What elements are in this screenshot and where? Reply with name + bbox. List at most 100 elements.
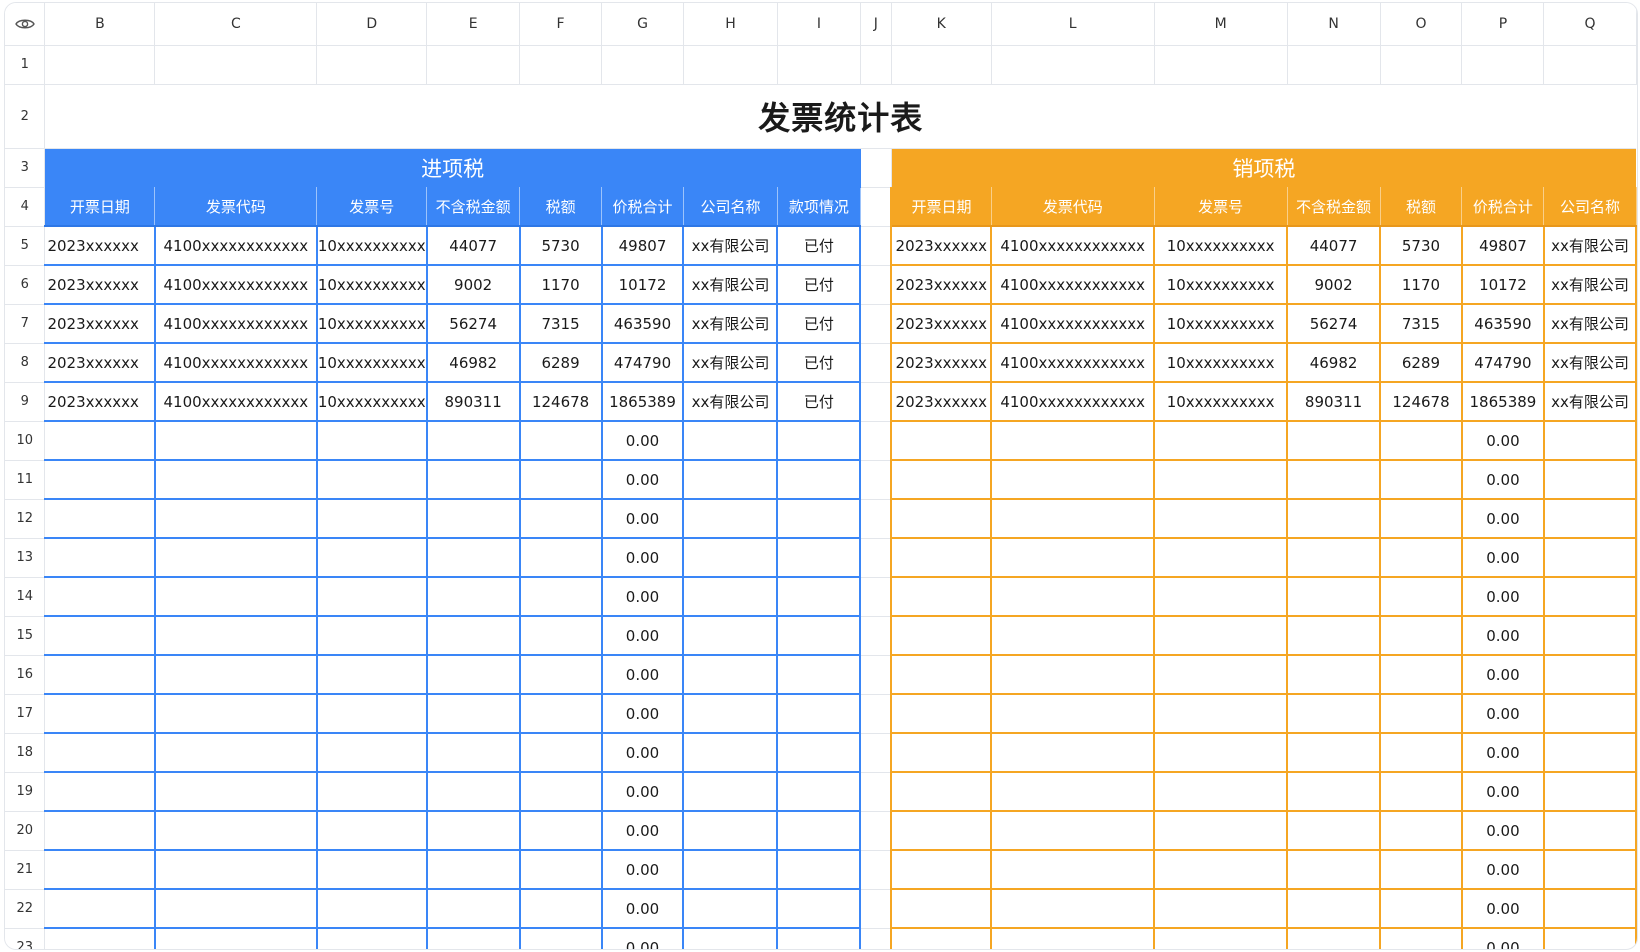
input-cell[interactable] (777, 889, 862, 929)
output-cell[interactable]: 0.00 (1461, 538, 1545, 578)
output-cell[interactable] (1380, 577, 1463, 617)
output-cell[interactable] (1287, 811, 1382, 851)
cell[interactable] (860, 460, 893, 500)
output-cell[interactable] (1380, 850, 1463, 890)
row-header-22[interactable]: 22 (5, 889, 46, 929)
cell[interactable] (316, 45, 428, 85)
input-cell[interactable] (519, 577, 603, 617)
output-cell[interactable]: 46982 (1287, 343, 1382, 383)
input-cell[interactable]: 0.00 (601, 928, 685, 949)
output-cell[interactable]: 4100xxxxxxxxxxxx (991, 304, 1156, 344)
input-cell[interactable]: 1865389 (601, 382, 685, 422)
output-cell[interactable] (891, 733, 993, 773)
output-cell[interactable] (1154, 694, 1289, 734)
output-cell[interactable] (891, 616, 993, 656)
input-cell[interactable] (316, 733, 428, 773)
output-cell[interactable] (991, 499, 1156, 539)
output-cell[interactable] (991, 772, 1156, 812)
input-cell[interactable] (777, 655, 862, 695)
input-cell[interactable]: 已付 (777, 226, 862, 266)
column-header-c[interactable]: C (154, 3, 318, 46)
column-header-g[interactable]: G (601, 3, 684, 46)
output-cell[interactable]: 0.00 (1461, 850, 1545, 890)
input-cell[interactable] (683, 616, 779, 656)
input-cell[interactable]: xx有限公司 (683, 382, 779, 422)
column-header-m[interactable]: M (1154, 3, 1288, 46)
output-cell[interactable]: 2023xxxxxx (891, 265, 993, 305)
input-cell[interactable] (777, 772, 862, 812)
input-cell[interactable] (777, 460, 862, 500)
cell[interactable] (683, 45, 778, 85)
output-cell[interactable]: 0.00 (1461, 889, 1545, 929)
row-header-9[interactable]: 9 (5, 382, 46, 422)
output-cell[interactable]: 5730 (1380, 226, 1463, 266)
spreadsheet[interactable]: BCDEFGHIJKLMNOPQ 1 2 发票统计表 3 进项税 销项税 4 开票日期 发票代码… (4, 2, 1638, 950)
input-cell[interactable] (777, 577, 862, 617)
output-cell[interactable]: 2023xxxxxx (891, 382, 993, 422)
input-cell[interactable] (316, 616, 428, 656)
row-header-16[interactable]: 16 (5, 655, 46, 695)
column-header-l[interactable]: L (991, 3, 1155, 46)
input-cell[interactable]: 5730 (519, 226, 603, 266)
output-cell[interactable] (991, 811, 1156, 851)
input-cell[interactable] (519, 811, 603, 851)
input-cell[interactable]: 2023xxxxxx (44, 343, 156, 383)
output-cell[interactable] (1543, 928, 1637, 949)
output-cell[interactable]: 4100xxxxxxxxxxxx (991, 343, 1156, 383)
input-cell[interactable]: 7315 (519, 304, 603, 344)
output-cell[interactable] (1543, 460, 1637, 500)
output-column-title[interactable]: 发票代码 (991, 187, 1155, 227)
input-cell[interactable]: 4100xxxxxxxxxxxx (154, 226, 318, 266)
input-cell[interactable] (426, 850, 521, 890)
cell[interactable] (860, 928, 893, 949)
input-cell[interactable]: 0.00 (601, 811, 685, 851)
input-cell[interactable]: 4100xxxxxxxxxxxx (154, 265, 318, 305)
output-cell[interactable] (891, 694, 993, 734)
input-cell[interactable] (426, 928, 521, 949)
input-cell[interactable]: xx有限公司 (683, 304, 779, 344)
input-cell[interactable] (44, 928, 156, 949)
input-cell[interactable] (316, 811, 428, 851)
cell[interactable] (860, 499, 893, 539)
input-cell[interactable] (154, 772, 318, 812)
input-cell[interactable] (154, 733, 318, 773)
input-cell[interactable] (777, 733, 862, 773)
input-cell[interactable]: xx有限公司 (683, 343, 779, 383)
output-cell[interactable]: 44077 (1287, 226, 1382, 266)
output-cell[interactable]: 0.00 (1461, 733, 1545, 773)
column-header-b[interactable]: B (44, 3, 156, 46)
cell[interactable] (860, 265, 893, 305)
output-cell[interactable] (1543, 889, 1637, 929)
input-cell[interactable] (519, 733, 603, 773)
section-header-input-tax[interactable]: 进项税 (44, 148, 861, 187)
input-cell[interactable]: 10xxxxxxxxxx (316, 265, 428, 305)
cell[interactable] (860, 148, 892, 188)
output-cell[interactable]: 0.00 (1461, 928, 1545, 949)
input-cell[interactable] (316, 577, 428, 617)
cell[interactable] (860, 421, 893, 461)
cell[interactable] (44, 45, 156, 85)
output-cell[interactable] (891, 928, 993, 949)
output-cell[interactable] (891, 655, 993, 695)
cell[interactable] (1287, 45, 1381, 85)
output-cell[interactable]: 6289 (1380, 343, 1463, 383)
select-all-corner[interactable] (5, 3, 46, 46)
cell[interactable] (860, 226, 893, 266)
output-cell[interactable] (1154, 421, 1289, 461)
output-cell[interactable] (1287, 694, 1382, 734)
input-column-title[interactable]: 款项情况 (777, 187, 861, 227)
cell[interactable] (860, 850, 893, 890)
input-column-title[interactable]: 发票代码 (154, 187, 318, 227)
input-cell[interactable] (777, 616, 862, 656)
output-cell[interactable]: 0.00 (1461, 694, 1545, 734)
input-cell[interactable] (426, 694, 521, 734)
column-header-h[interactable]: H (683, 3, 778, 46)
input-cell[interactable] (426, 421, 521, 461)
input-cell[interactable] (426, 499, 521, 539)
output-cell[interactable] (1287, 733, 1382, 773)
cell[interactable] (860, 733, 893, 773)
output-cell[interactable]: 0.00 (1461, 616, 1545, 656)
input-cell[interactable] (316, 889, 428, 929)
output-cell[interactable]: 49807 (1461, 226, 1545, 266)
output-cell[interactable]: 1865389 (1461, 382, 1545, 422)
